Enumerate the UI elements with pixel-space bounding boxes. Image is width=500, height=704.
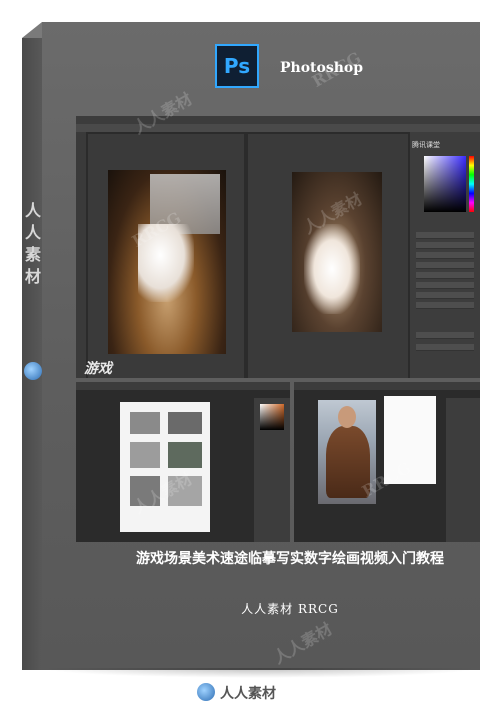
layer-row[interactable] <box>416 332 474 339</box>
sketch-thumbnail <box>168 412 202 434</box>
color-picker[interactable] <box>424 156 466 212</box>
layer-row[interactable] <box>416 272 474 279</box>
sketch-thumbnail <box>168 442 202 468</box>
menu-bar <box>76 382 290 390</box>
box-spine <box>22 38 44 670</box>
menu-bar <box>294 382 480 390</box>
sketch-thumbnail <box>130 412 160 434</box>
canvas-watermark-label: 游戏 <box>84 361 112 377</box>
spine-logo-icon <box>24 362 42 380</box>
hue-slider[interactable] <box>469 156 474 212</box>
color-picker[interactable] <box>260 404 284 430</box>
course-title: 游戏场景美术速途临摹写实数字绘画视频入门教程 <box>136 551 444 567</box>
layer-row[interactable] <box>416 252 474 259</box>
layer-row[interactable] <box>416 232 474 239</box>
layer-row[interactable] <box>416 242 474 249</box>
layer-row[interactable] <box>416 282 474 289</box>
tool-palette <box>76 132 86 378</box>
study-figure-shape <box>304 224 360 314</box>
right-panels <box>410 132 480 378</box>
screenshot-portrait <box>294 382 480 542</box>
right-panels <box>446 398 480 542</box>
course-badge: 腾讯课堂 <box>412 141 440 149</box>
screenshot-sketches <box>76 382 290 542</box>
spine-label: 人人素材 <box>25 201 42 286</box>
software-box: 人人素材 Ps Photoshop 腾讯课堂 游戏 人人素材 RRCG RRCG… <box>0 0 500 704</box>
brand-label: 人人素材 <box>220 686 276 702</box>
box-shadow <box>40 668 480 678</box>
layer-row[interactable] <box>416 262 474 269</box>
sketch-thumbnail <box>130 442 160 468</box>
layer-row[interactable] <box>416 344 474 351</box>
head-shape <box>338 406 356 428</box>
rrcg-logo-icon <box>197 683 215 701</box>
sketch-sheet <box>120 402 210 532</box>
photoshop-app-icon: Ps <box>215 44 259 88</box>
study-canvas <box>248 134 408 378</box>
layer-row[interactable] <box>416 292 474 299</box>
publisher-label: 人人素材 RRCG <box>241 602 339 616</box>
right-panels <box>254 398 290 542</box>
layer-row[interactable] <box>416 302 474 309</box>
reference-canvas <box>88 134 244 378</box>
